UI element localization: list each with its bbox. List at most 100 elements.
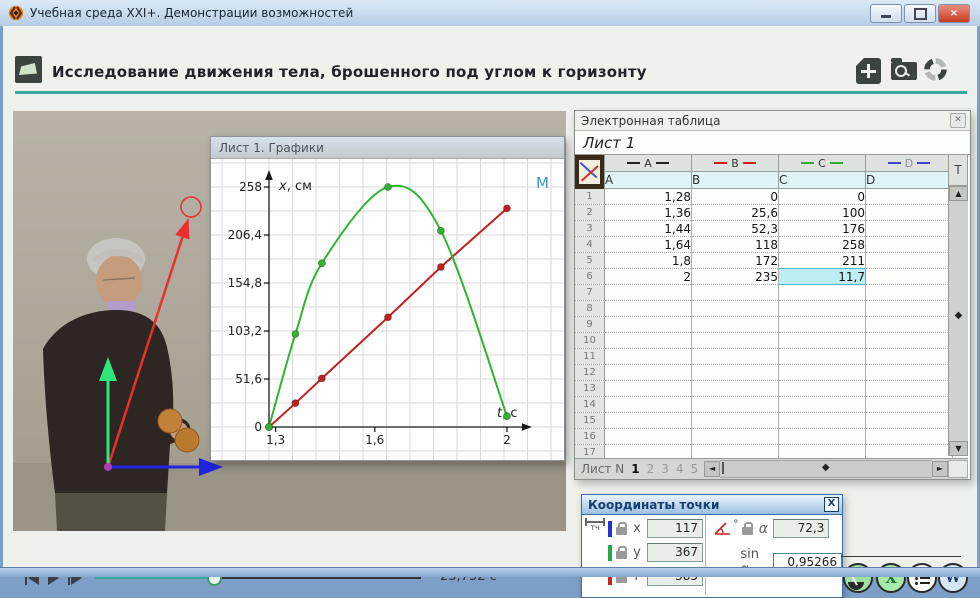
cell-C7[interactable] <box>779 285 866 301</box>
cell-B2[interactable]: 25,6 <box>692 205 779 221</box>
sheet-corner-chart-icon[interactable] <box>575 155 605 189</box>
sheet-table[interactable]: A B C D ABCD 11,2800 21,3625,6100 31,4 <box>575 155 970 477</box>
t-column-header[interactable]: T <box>948 154 968 186</box>
cell-D16[interactable] <box>866 429 953 445</box>
column-header-C[interactable]: C <box>779 172 866 189</box>
data-point[interactable] <box>292 330 299 337</box>
sheet-tab-1[interactable]: 1 <box>631 462 639 476</box>
cell-A5[interactable]: 1,8 <box>605 253 692 269</box>
maximize-button[interactable] <box>904 4 936 23</box>
cell-C8[interactable] <box>779 301 866 317</box>
data-point[interactable] <box>318 375 325 382</box>
cell-D15[interactable] <box>866 413 953 429</box>
add-page-button[interactable] <box>856 58 881 84</box>
graphs-panel-title[interactable]: Лист 1. Графики <box>211 137 564 159</box>
cell-D4[interactable] <box>866 237 953 253</box>
spreadsheet-titlebar[interactable]: Электронная таблица ✕ <box>575 111 970 131</box>
cell-B8[interactable] <box>692 301 779 317</box>
scroll-down-icon[interactable]: ▼ <box>949 441 968 456</box>
data-point[interactable] <box>266 424 273 431</box>
cell-D9[interactable] <box>866 317 953 333</box>
close-button[interactable]: × <box>938 4 970 23</box>
cell-B1[interactable]: 0 <box>692 189 779 205</box>
cell-D1[interactable] <box>866 189 953 205</box>
cell-B5[interactable]: 172 <box>692 253 779 269</box>
cell-B14[interactable] <box>692 397 779 413</box>
close-icon[interactable]: X <box>824 497 839 512</box>
cell-D5[interactable] <box>866 253 953 269</box>
row-number[interactable]: 7 <box>575 285 605 301</box>
cell-D13[interactable] <box>866 381 953 397</box>
cell-D10[interactable] <box>866 333 953 349</box>
row-number[interactable]: 4 <box>575 237 605 253</box>
sheet-tab-4[interactable]: 4 <box>676 462 684 476</box>
cell-A12[interactable] <box>605 365 692 381</box>
cell-C10[interactable] <box>779 333 866 349</box>
cell-A15[interactable] <box>605 413 692 429</box>
cell-B7[interactable] <box>692 285 779 301</box>
cell-C4[interactable]: 258 <box>779 237 866 253</box>
cell-B6[interactable]: 235 <box>692 269 779 285</box>
row-number[interactable]: 9 <box>575 317 605 333</box>
row-number[interactable]: 11 <box>575 349 605 365</box>
horizontal-scrollbar[interactable]: ◆ <box>720 460 932 478</box>
row-number[interactable]: 15 <box>575 413 605 429</box>
row-number[interactable]: 14 <box>575 397 605 413</box>
row-number[interactable]: 10 <box>575 333 605 349</box>
data-point[interactable] <box>318 260 325 267</box>
cell-B16[interactable] <box>692 429 779 445</box>
row-number[interactable]: 8 <box>575 301 605 317</box>
cell-C9[interactable] <box>779 317 866 333</box>
column-header-D[interactable]: D <box>866 172 953 189</box>
cell-A9[interactable] <box>605 317 692 333</box>
cell-C6[interactable]: 11,7 <box>779 269 866 285</box>
cell-D11[interactable] <box>866 349 953 365</box>
row-number[interactable]: 1 <box>575 189 605 205</box>
cell-B13[interactable] <box>692 381 779 397</box>
data-point[interactable] <box>437 227 444 234</box>
cell-C3[interactable]: 176 <box>779 221 866 237</box>
cell-B15[interactable] <box>692 413 779 429</box>
cell-D6[interactable] <box>866 269 953 285</box>
cell-C14[interactable] <box>779 397 866 413</box>
row-number[interactable]: 16 <box>575 429 605 445</box>
lock-icon[interactable] <box>742 527 753 535</box>
row-number[interactable]: 6 <box>575 269 605 285</box>
cell-D7[interactable] <box>866 285 953 301</box>
search-folder-button[interactable] <box>891 62 917 80</box>
data-point[interactable] <box>384 184 391 191</box>
scroll-thumb[interactable]: ◆ <box>949 310 968 321</box>
cell-C15[interactable] <box>779 413 866 429</box>
data-point[interactable] <box>503 413 510 420</box>
close-icon[interactable]: ✕ <box>950 113 966 128</box>
row-number[interactable]: 3 <box>575 221 605 237</box>
cell-C13[interactable] <box>779 381 866 397</box>
column-series-header-D[interactable]: D <box>866 155 953 172</box>
sheet-tab-3[interactable]: 3 <box>661 462 669 476</box>
cell-C16[interactable] <box>779 429 866 445</box>
cell-C12[interactable] <box>779 365 866 381</box>
cell-A16[interactable] <box>605 429 692 445</box>
cell-C1[interactable]: 0 <box>779 189 866 205</box>
cell-A4[interactable]: 1,64 <box>605 237 692 253</box>
column-series-header-C[interactable]: C <box>779 155 866 172</box>
column-series-header-A[interactable]: A <box>605 155 692 172</box>
scroll-right-icon[interactable]: ► <box>932 461 948 477</box>
cell-B9[interactable] <box>692 317 779 333</box>
cell-B4[interactable]: 118 <box>692 237 779 253</box>
row-number[interactable]: 5 <box>575 253 605 269</box>
sheet-tab-2[interactable]: 2 <box>647 462 655 476</box>
row-number[interactable]: 12 <box>575 365 605 381</box>
cell-A11[interactable] <box>605 349 692 365</box>
y-value-field[interactable]: 367 <box>647 543 703 562</box>
x-value-field[interactable]: 117 <box>647 519 703 538</box>
cell-A6[interactable]: 2 <box>605 269 692 285</box>
sheet-tab-5[interactable]: 5 <box>690 462 698 476</box>
cell-B3[interactable]: 52,3 <box>692 221 779 237</box>
segments-wheel-button[interactable] <box>922 56 949 87</box>
coords-panel-titlebar[interactable]: Координаты точки X <box>582 495 842 515</box>
data-point[interactable] <box>384 314 391 321</box>
alpha-value-field[interactable]: 72,3 <box>773 519 829 538</box>
cell-A14[interactable] <box>605 397 692 413</box>
column-header-B[interactable]: B <box>692 172 779 189</box>
